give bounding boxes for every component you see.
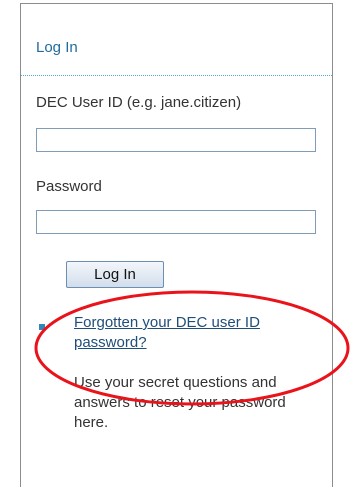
login-panel: Log In DEC User ID (e.g. jane.citizen) P… bbox=[20, 3, 333, 487]
bullet-icon bbox=[39, 324, 45, 330]
password-input[interactable] bbox=[36, 210, 316, 234]
forgot-password-link[interactable]: Forgotten your DEC user ID password? bbox=[74, 313, 324, 353]
reset-help-text: Use your secret questions and answers to… bbox=[74, 374, 286, 431]
login-button[interactable]: Log In bbox=[66, 261, 164, 288]
title-divider bbox=[21, 75, 332, 76]
userid-input[interactable] bbox=[36, 128, 316, 152]
password-label: Password bbox=[36, 178, 102, 195]
userid-label: DEC User ID (e.g. jane.citizen) bbox=[36, 94, 242, 111]
panel-title: Log In bbox=[36, 39, 78, 56]
